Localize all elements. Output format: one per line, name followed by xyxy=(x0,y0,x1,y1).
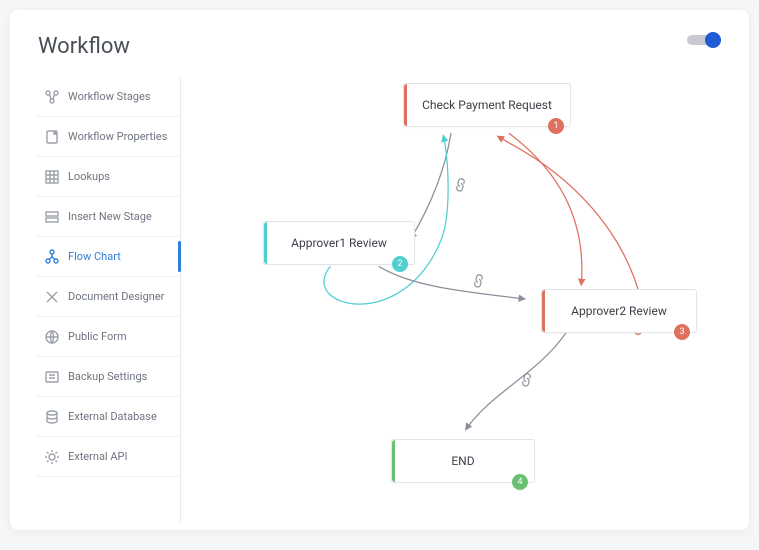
sidebar-item-label: External Database xyxy=(68,410,157,423)
backup-icon xyxy=(44,369,60,385)
sidebar-item-lookups[interactable]: Lookups xyxy=(36,157,180,197)
properties-icon xyxy=(44,129,60,145)
node-badge: 1 xyxy=(548,118,564,134)
public-form-icon xyxy=(44,329,60,345)
sidebar-item-label: Workflow Stages xyxy=(68,90,150,103)
link-icon xyxy=(450,174,469,193)
sidebar-item-label: Workflow Properties xyxy=(68,130,167,143)
lookups-icon xyxy=(44,169,60,185)
node-badge: 2 xyxy=(392,256,408,272)
node-approver2-review[interactable]: Approver2 Review 3 xyxy=(541,289,697,333)
toggle-track xyxy=(687,35,717,45)
view-toggle[interactable] xyxy=(687,32,721,48)
node-approver1-review[interactable]: Approver1 Review 2 xyxy=(263,221,415,265)
edge-1-2 xyxy=(411,133,452,239)
node-accent xyxy=(264,222,267,264)
workflow-card: Workflow Workflow Stages Workflow Proper… xyxy=(10,10,749,530)
sidebar-item-workflow-properties[interactable]: Workflow Properties xyxy=(36,117,180,157)
sidebar-item-external-database[interactable]: External Database xyxy=(36,397,180,437)
link-icon xyxy=(516,369,535,388)
sidebar-item-label: Insert New Stage xyxy=(68,210,152,223)
node-accent xyxy=(404,84,407,126)
node-label: Approver1 Review xyxy=(291,236,387,250)
edge-3-4 xyxy=(465,332,566,430)
sidebar-item-public-form[interactable]: Public Form xyxy=(36,317,180,357)
node-accent xyxy=(392,440,395,482)
sidebar-item-workflow-stages[interactable]: Workflow Stages xyxy=(36,77,180,117)
node-check-payment-request[interactable]: Check Payment Request 1 xyxy=(403,83,571,127)
sidebar-item-document-designer[interactable]: Document Designer xyxy=(36,277,180,317)
sidebar-item-label: Public Form xyxy=(68,330,127,343)
database-icon xyxy=(44,409,60,425)
sidebar-item-label: Backup Settings xyxy=(68,370,147,383)
node-label: END xyxy=(451,454,474,468)
edge-1-3 xyxy=(509,133,582,285)
stages-icon xyxy=(44,89,60,105)
sidebar-item-label: Flow Chart xyxy=(68,250,121,263)
edge-2-1 xyxy=(324,135,448,304)
flowchart-canvas[interactable]: Check Payment Request 1 Approver1 Review… xyxy=(181,77,721,522)
link-icon xyxy=(468,270,487,289)
sidebar: Workflow Stages Workflow Properties Look… xyxy=(36,77,181,522)
sidebar-item-external-api[interactable]: External API xyxy=(36,437,180,477)
node-label: Approver2 Review xyxy=(571,304,667,318)
node-label: Check Payment Request xyxy=(422,98,552,112)
sidebar-item-label: Document Designer xyxy=(68,290,164,303)
toggle-knob xyxy=(705,32,721,48)
body: Workflow Stages Workflow Properties Look… xyxy=(38,77,721,522)
node-badge: 3 xyxy=(674,324,690,340)
sidebar-item-label: Lookups xyxy=(68,170,110,183)
page-title: Workflow xyxy=(38,34,721,59)
document-designer-icon xyxy=(44,289,60,305)
node-badge: 4 xyxy=(512,474,528,490)
sidebar-item-label: External API xyxy=(68,450,127,463)
sidebar-item-flow-chart[interactable]: Flow Chart xyxy=(36,237,180,277)
flowchart-icon xyxy=(44,249,60,265)
sidebar-item-backup-settings[interactable]: Backup Settings xyxy=(36,357,180,397)
insert-stage-icon xyxy=(44,209,60,225)
sidebar-item-insert-new-stage[interactable]: Insert New Stage xyxy=(36,197,180,237)
node-end[interactable]: END 4 xyxy=(391,439,535,483)
api-icon xyxy=(44,449,60,465)
node-accent xyxy=(542,290,545,332)
